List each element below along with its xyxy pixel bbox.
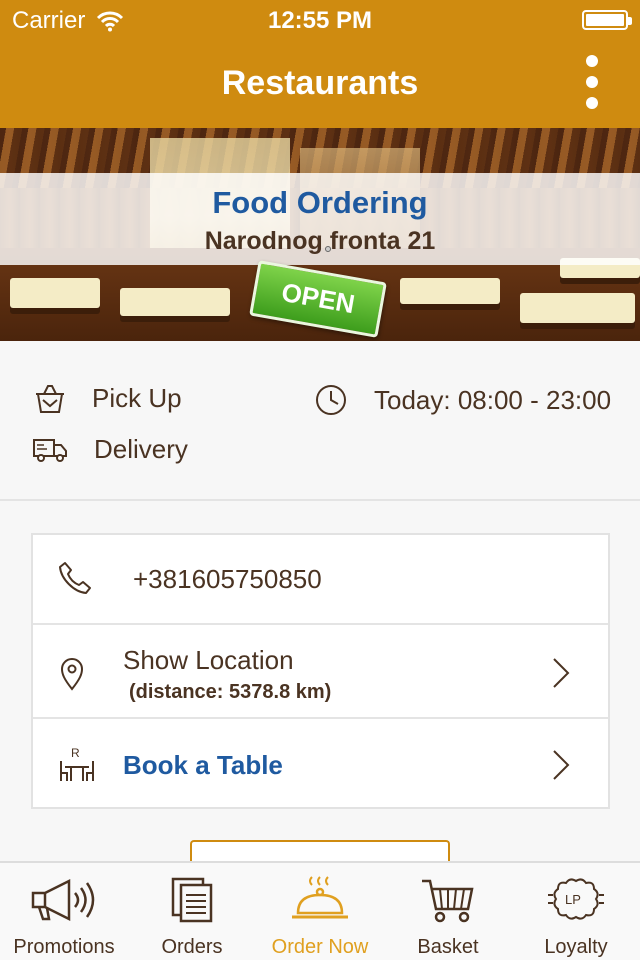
page-title: Restaurants (221, 64, 419, 102)
cart-icon (422, 879, 474, 923)
show-location-row[interactable]: Show Location (distance: 5378.8 km) (33, 625, 608, 719)
delivery-option: Delivery (32, 434, 188, 465)
documents-icon (171, 877, 213, 923)
phone-number[interactable]: +381605750850 (133, 564, 322, 595)
delivery-truck-icon (33, 438, 67, 462)
delivery-label: Delivery (94, 434, 188, 464)
svg-text:LP: LP (565, 892, 581, 907)
banner-caption: Food Ordering Narodnog fronta 21 (0, 173, 640, 265)
tab-promotions[interactable]: Promotions (0, 863, 128, 960)
tab-loyalty[interactable]: LP Loyalty (512, 863, 640, 960)
loyalty-badge-icon: LP (548, 878, 604, 920)
navigation-header: Carrier 12:55 PM Restaurants (0, 0, 640, 128)
cloche-icon (292, 876, 348, 919)
tab-bar: Promotions Orders Order Now Basket LP Lo… (0, 861, 640, 960)
reservation-table-icon: R (60, 746, 94, 781)
clock-time: 12:55 PM (267, 7, 373, 34)
contact-card: +381605750850 Show Location (distance: 5… (31, 533, 610, 809)
opening-hours-label: Today: 08:00 - 23:00 (374, 384, 612, 415)
pickup-label: Pick Up (92, 383, 182, 413)
tab-orders[interactable]: Orders (128, 863, 256, 960)
show-location-label: Show Location (123, 645, 294, 675)
status-bar: Carrier 12:55 PM (0, 0, 640, 40)
chevron-right-icon (553, 658, 570, 688)
phone-row[interactable]: +381605750850 (33, 535, 608, 625)
clock-icon (316, 385, 346, 415)
restaurant-name: Food Ordering (212, 185, 428, 220)
restaurant-banner: Food Ordering Narodnog fronta 21 OPEN (0, 128, 640, 341)
tab-basket[interactable]: Basket (384, 863, 512, 960)
svg-text:R: R (71, 746, 80, 760)
battery-icon (582, 10, 632, 30)
megaphone-icon (31, 878, 95, 922)
more-vertical-icon[interactable] (586, 55, 600, 113)
book-table-label: Book a Table (123, 750, 283, 780)
service-info: Pick Up Delivery Today: 08:00 - 23:00 (0, 341, 640, 501)
opening-hours: Today: 08:00 - 23:00 (314, 383, 611, 417)
tab-order-now[interactable]: Order Now (256, 863, 384, 960)
location-distance: (distance: 5378.8 km) (129, 681, 332, 703)
phone-icon (59, 562, 91, 594)
location-pin-icon (60, 658, 84, 691)
chevron-right-icon (553, 750, 570, 780)
restaurant-address: Narodnog fronta 21 (204, 227, 436, 255)
pickup-bag-icon (36, 384, 64, 413)
pickup-option: Pick Up (34, 383, 182, 414)
book-table-row[interactable]: R Book a Table (33, 719, 608, 809)
